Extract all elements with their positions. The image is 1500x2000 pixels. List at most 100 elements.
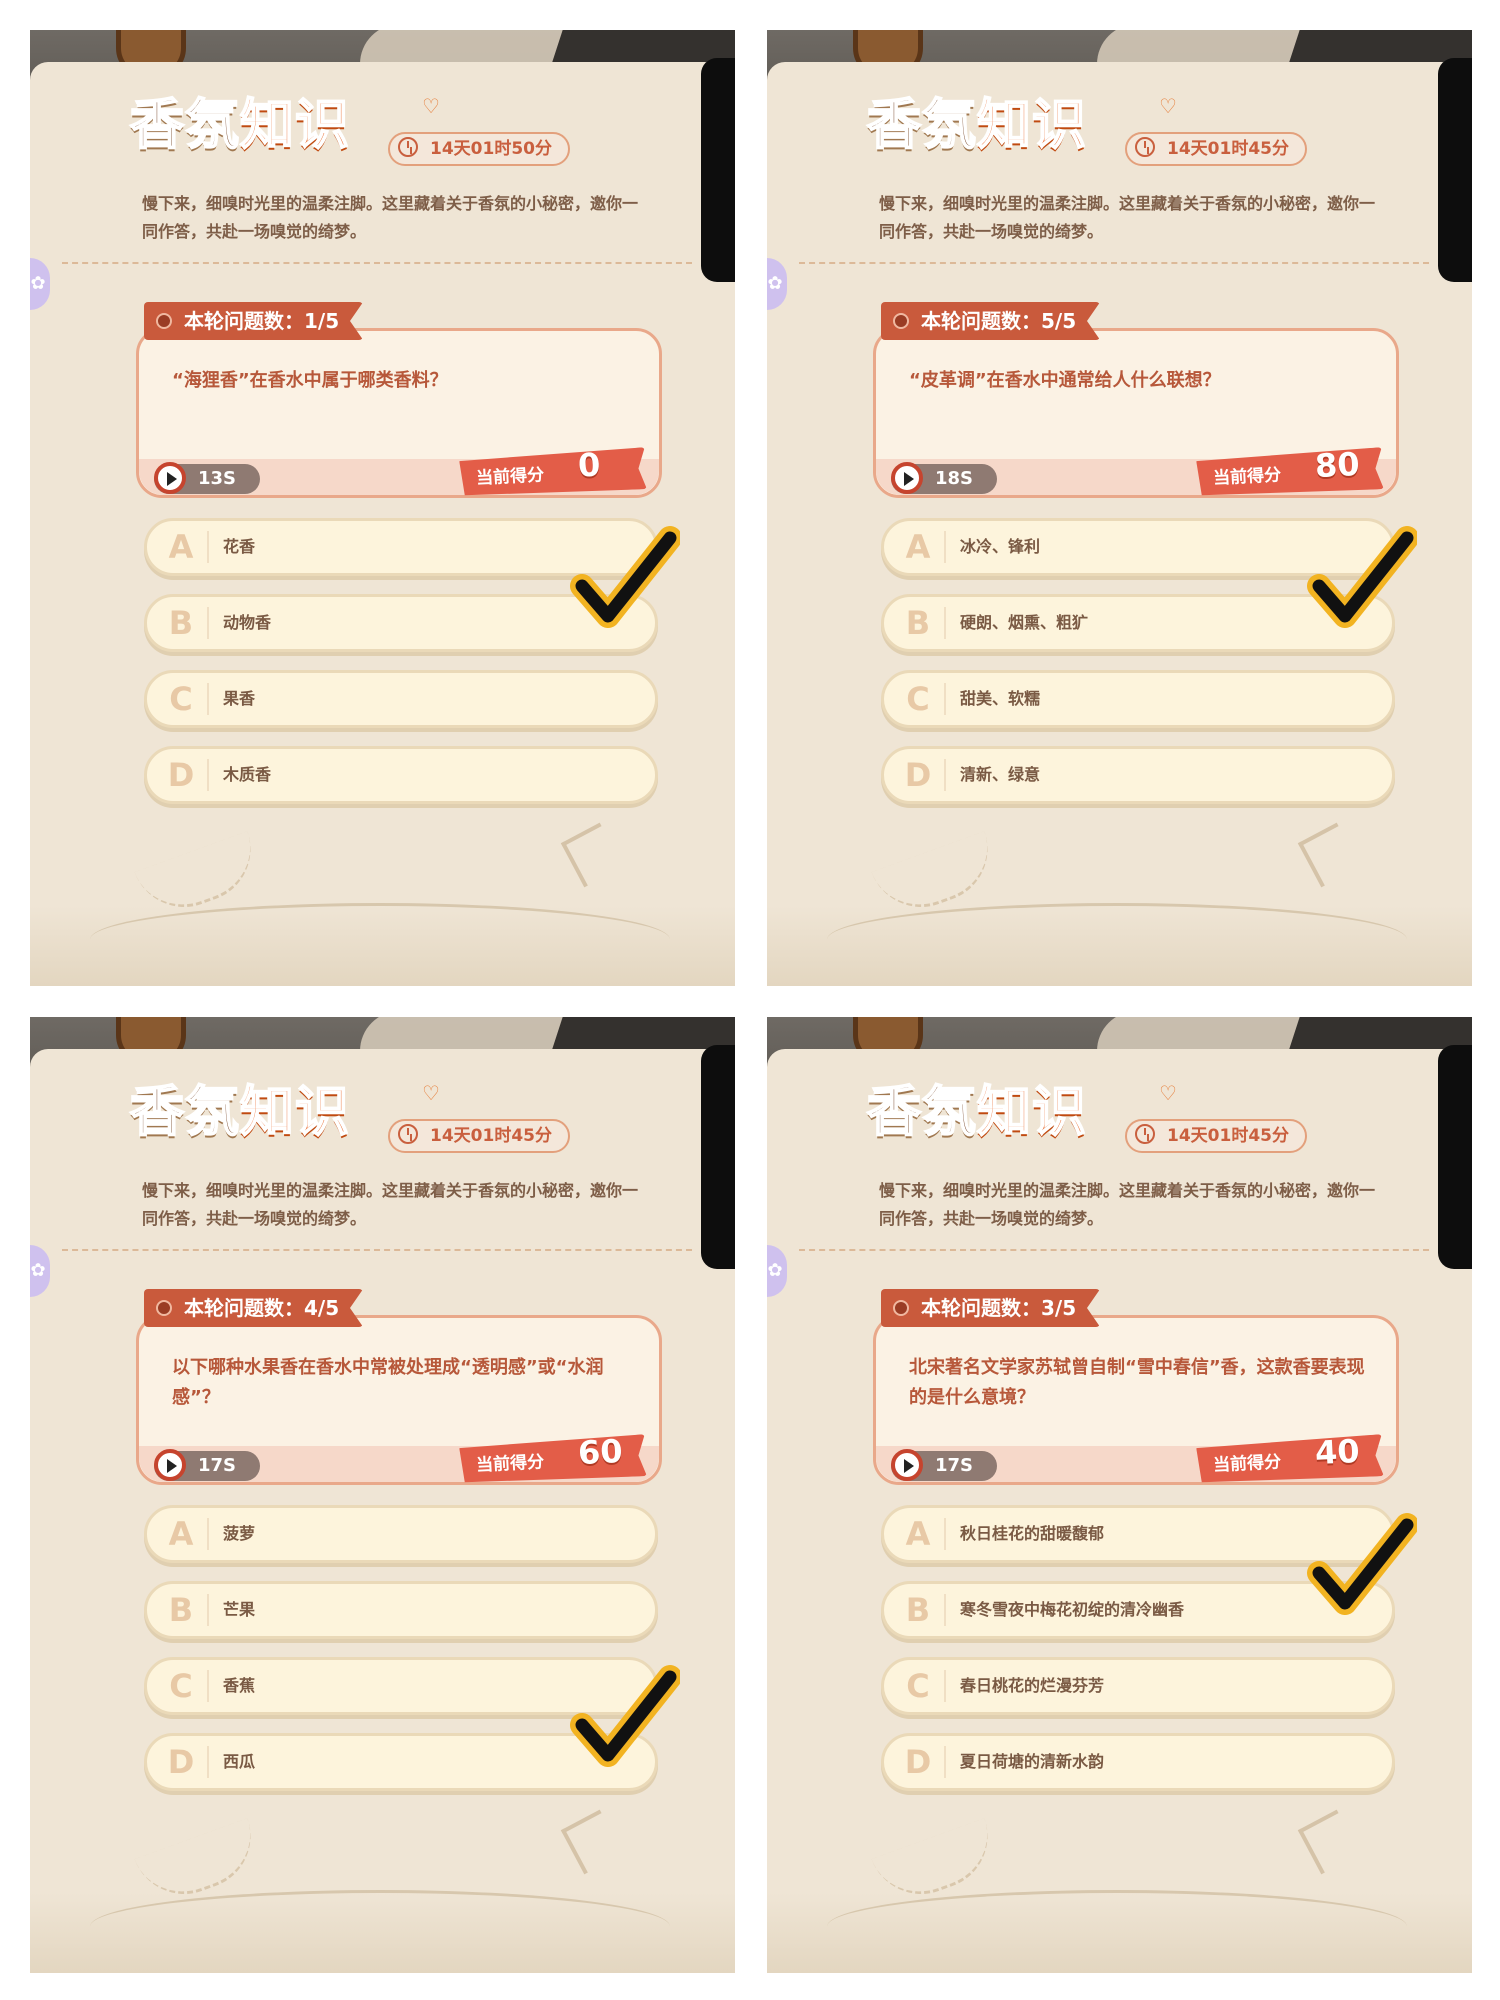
score-value: 0 [577,445,602,485]
correct-checkmark-icon [1307,1513,1417,1615]
option-text: 寒冬雪夜中梅花初绽的清冷幽香 [960,1600,1185,1619]
intro-text: 慢下来，细嗅时光里的温柔注脚。这里藏着关于香氛的小秘密，邀你一同作答，共赴一场嗅… [142,194,639,241]
quiz-panel-1: ✿ 香氛知识 ♡ 14天01时50分 慢下来，细嗅时光里的温柔注脚。这里藏着关于… [30,30,735,986]
option-letter: A [161,1512,209,1556]
answer-option-d[interactable]: D 木质香 [144,746,658,804]
footer-decoration [30,1890,735,1973]
score-label: 当前得分 [1212,465,1282,489]
event-countdown: 14天01时45分 [1125,1119,1307,1153]
timer-icon [891,1449,923,1481]
heart-icon: ♡ [1159,94,1177,118]
title-part1: 香氛 [866,92,977,157]
option-text: 甜美、软糯 [960,689,1041,708]
title-part1: 香氛 [129,1079,240,1144]
event-countdown: 14天01时45分 [388,1119,570,1153]
countdown-text: 14天01时45分 [430,1126,552,1146]
option-letter: B [898,601,946,645]
timer-icon [891,462,923,494]
option-letter: D [898,753,946,797]
option-letter: C [161,1664,209,1708]
question-timer: 17S [891,1449,998,1481]
option-text: 木质香 [223,765,272,784]
option-letter: C [898,1664,946,1708]
option-text: 香蕉 [223,1676,256,1695]
round-tag: 本轮问题数：3/5 [881,1289,1101,1327]
round-count: 本轮问题数：1/5 [184,309,340,333]
footer-decoration [767,1890,1472,1973]
option-letter: B [161,601,209,645]
score-label: 当前得分 [475,465,545,489]
title-part1: 香氛 [866,1079,977,1144]
round-tag: 本轮问题数：5/5 [881,302,1101,340]
round-count: 本轮问题数：4/5 [184,1296,340,1320]
title-part2: 知识 [976,92,1087,157]
option-text: 花香 [223,537,256,556]
footer-decoration [767,903,1472,986]
option-letter: C [161,677,209,721]
quiz-panel-3: ✿ 香氛知识 ♡ 14天01时45分 慢下来，细嗅时光里的温柔注脚。这里藏着关于… [30,1017,735,1973]
option-text: 芒果 [223,1600,256,1619]
scrollbar[interactable] [1438,58,1472,282]
clock-icon [1135,137,1155,157]
divider [62,262,692,264]
answer-option-d[interactable]: D 清新、绿意 [881,746,1395,804]
timer-icon [154,462,186,494]
tag-dot-icon [156,313,172,329]
option-letter: A [898,525,946,569]
timer-value: 18S [935,468,974,489]
clock-icon [398,137,418,157]
countdown-text: 14天01时45分 [1167,139,1289,159]
event-countdown: 14天01时50分 [388,132,570,166]
event-countdown: 14天01时45分 [1125,132,1307,166]
scrollbar[interactable] [701,58,735,282]
correct-checkmark-icon [570,526,680,628]
divider [62,1249,692,1251]
answer-option-b[interactable]: B 芒果 [144,1581,658,1639]
answer-option-d[interactable]: D 夏日荷塘的清新水韵 [881,1733,1395,1791]
round-count: 本轮问题数：3/5 [921,1296,1077,1320]
heart-icon: ♡ [422,1081,440,1105]
option-letter: B [161,1588,209,1632]
scrollbar[interactable] [1438,1045,1472,1269]
answer-option-c[interactable]: C 甜美、软糯 [881,670,1395,728]
option-letter: A [161,525,209,569]
heart-icon: ♡ [1159,1081,1177,1105]
option-text: 西瓜 [223,1752,256,1771]
option-letter: D [898,1740,946,1784]
answer-option-a[interactable]: A 菠萝 [144,1505,658,1563]
question-text: “海狸香”在香水中属于哪类香料？ [172,370,448,391]
option-letter: D [161,1740,209,1784]
quiz-panel-4: ✿ 香氛知识 ♡ 14天01时45分 慢下来，细嗅时光里的温柔注脚。这里藏着关于… [767,1017,1472,1973]
divider [799,262,1429,264]
answer-option-c[interactable]: C 果香 [144,670,658,728]
option-text: 硬朗、烟熏、粗犷 [960,613,1089,632]
score-value: 40 [1314,1431,1361,1473]
option-text: 秋日桂花的甜暖馥郁 [960,1524,1105,1543]
correct-checkmark-icon [1307,526,1417,628]
question-timer: 18S [891,462,998,494]
correct-checkmark-icon [570,1665,680,1767]
heart-icon: ♡ [422,94,440,118]
round-count: 本轮问题数：5/5 [921,309,1077,333]
timer-icon [154,1449,186,1481]
answer-option-c[interactable]: C 春日桃花的烂漫芬芳 [881,1657,1395,1715]
score-value: 80 [1314,444,1361,486]
title-part2: 知识 [239,92,350,157]
round-tag: 本轮问题数：4/5 [144,1289,364,1327]
title-part2: 知识 [976,1079,1087,1144]
timer-value: 17S [198,1455,237,1476]
countdown-text: 14天01时45分 [1167,1126,1289,1146]
intro-text: 慢下来，细嗅时光里的温柔注脚。这里藏着关于香氛的小秘密，邀你一同作答，共赴一场嗅… [879,1181,1376,1228]
title-part2: 知识 [239,1079,350,1144]
timer-value: 13S [198,468,237,489]
scrollbar[interactable] [701,1045,735,1269]
option-letter: C [898,677,946,721]
title-part1: 香氛 [129,92,240,157]
score-label: 当前得分 [1212,1452,1282,1476]
footer-decoration [30,903,735,986]
question-text: 北宋著名文学家苏轼曾自制“雪中春信”香，这款香要表现的是什么意境？ [909,1357,1365,1408]
option-text: 夏日荷塘的清新水韵 [960,1752,1105,1771]
timer-value: 17S [935,1455,974,1476]
round-tag: 本轮问题数：1/5 [144,302,364,340]
clock-icon [1135,1124,1155,1144]
